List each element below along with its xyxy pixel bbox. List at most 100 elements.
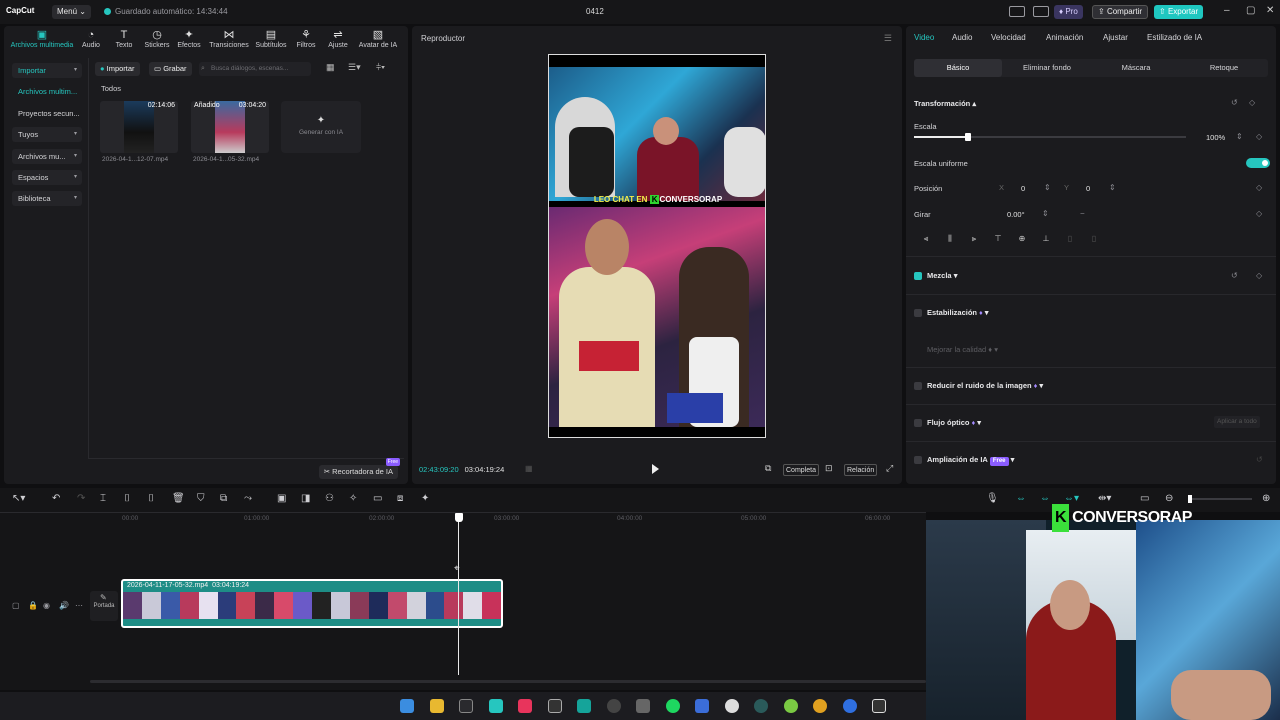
zoom-slider[interactable] [1188,495,1252,503]
sidebar-item-files[interactable]: Archivos mu... ▾ [12,149,82,164]
uniform-scale-toggle[interactable] [1246,158,1270,168]
sidebar-item-media[interactable]: Archivos multim... [12,84,82,99]
shield-icon[interactable]: ⛉ [197,493,205,504]
preview-axis-icon[interactable]: ⇹▾ [1098,493,1111,504]
menu-button[interactable]: Menú ⌄ [52,5,91,19]
video-clip[interactable]: 2026-04-11-17-05-32.mp4 03:04:19:24 [121,579,503,628]
sidebar-item-library[interactable]: Biblioteca ▾ [12,191,82,206]
stabilize-checkbox[interactable] [914,309,922,317]
tab-ai-style[interactable]: Estilizado de IA [1147,33,1202,42]
volume-icon[interactable]: 🔊 [59,601,69,610]
subtab-remove-bg[interactable]: Eliminar fondo [1003,59,1091,77]
tab-speed[interactable]: Velocidad [991,33,1026,42]
playhead[interactable] [458,513,459,675]
stepper-icon[interactable]: ⇕ [1236,132,1243,141]
close-icon[interactable]: ✕ [1266,5,1274,16]
app-icon[interactable] [754,699,768,713]
snap-icon[interactable]: ⇔▾ [1064,493,1079,504]
zoom-out-icon[interactable]: ⊖ [1165,493,1173,504]
align-center-icon[interactable]: ⫼ [938,232,962,246]
denoise-label[interactable]: Reducir el ruido de la imagen ♦ ▾ [927,381,1043,390]
people-icon[interactable]: ⚇ [325,493,334,504]
split-left-icon[interactable]: ⌷ [124,493,130,504]
pos-y-input[interactable]: 0 [1086,184,1090,193]
magic-icon[interactable]: ✧ [349,493,357,504]
play-button[interactable] [652,464,659,474]
tab-stickers[interactable]: ◷ Stickers [143,28,171,49]
optical-flow-checkbox[interactable] [914,419,922,427]
app-icon[interactable] [784,699,798,713]
fullscreen-icon[interactable]: ⤢ [886,463,893,474]
blend-checkbox[interactable] [914,272,922,280]
distribute-h-icon[interactable]: ▯ [1058,232,1082,246]
mirror-icon[interactable]: ◨ [301,493,310,504]
timeline-scrollbar[interactable] [90,680,926,683]
subtab-retouch[interactable]: Retoque [1180,59,1268,77]
redo-icon[interactable]: ↷ [77,493,85,504]
eye-icon[interactable]: ◉ [43,601,50,610]
link-icon[interactable]: ⇔ [1016,493,1026,504]
media-thumb-1[interactable]: 02:14:06 [100,101,178,153]
sidebar-item-import[interactable]: Importar ▾ [12,63,82,78]
ai-icon[interactable]: ✦ [421,493,429,504]
keyframe-icon[interactable]: ◇ [1256,209,1262,218]
pos-x-input[interactable]: 0 [1021,184,1025,193]
tab-video[interactable]: Video [914,33,934,42]
timeline[interactable]: 00:00 01:00:00 02:00:00 03:00:00 04:00:0… [0,512,926,690]
ratio-button[interactable]: Relación [844,464,878,476]
zoom-in-icon[interactable]: ⊕ [1262,493,1270,504]
tab-subtitles[interactable]: ▤ Subtítulos [254,28,288,49]
rotate-dial-icon[interactable]: − [1080,209,1085,218]
sidebar-item-spaces[interactable]: Espacios ▾ [12,170,82,185]
captions-icon[interactable]: ▭ [1140,493,1149,504]
lock-icon[interactable]: 🔒 [28,601,38,610]
zoom-slider-knob[interactable] [1188,495,1192,503]
tab-animation[interactable]: Animación [1046,33,1083,42]
chrome-icon[interactable] [813,699,827,713]
cover-button[interactable]: ✎ Portada [90,591,118,621]
app-icon[interactable] [695,699,709,713]
crop-icon[interactable]: ⧉ [220,493,227,504]
capcut-icon[interactable] [548,699,562,713]
sidebar-item-secondary-projects[interactable]: Proyectos secun... [12,106,82,121]
generate-ai-button[interactable]: ✦ Generar con IA [281,101,361,153]
media-thumb-2[interactable]: Añadido 03:04:20 [191,101,269,153]
subtab-mask[interactable]: Máscara [1092,59,1180,77]
blend-label[interactable]: Mezcla ▾ [927,271,957,280]
optical-flow-label[interactable]: Flujo óptico ♦ ▾ [927,418,981,427]
grid-view-icon[interactable]: ▦ [326,62,335,73]
import-button[interactable]: ● Importar [95,62,140,76]
tab-audio[interactable]: Audio [952,33,972,42]
layout-icon[interactable] [1009,6,1025,17]
magnet-icon[interactable]: ⇔ [1040,493,1050,504]
subtab-basic[interactable]: Básico [914,59,1002,77]
keyframe-icon[interactable]: ◇ [1256,132,1262,141]
rotate-input[interactable]: 0.00° [1007,210,1025,219]
microphone-icon[interactable]: 🎙 [986,493,999,504]
sidebar-item-yours[interactable]: Tuyos ▾ [12,127,82,142]
capcut-icon[interactable] [872,699,886,713]
shortcuts-icon[interactable] [1033,6,1049,17]
keyframe-icon[interactable]: ◇ [1256,271,1262,280]
pro-button[interactable]: ♦ Pro [1054,5,1083,19]
tab-adjust[interactable]: Ajustar [1103,33,1128,42]
app-icon[interactable] [459,699,473,713]
align-top-icon[interactable]: ⊤ [986,232,1010,246]
record-button[interactable]: ▭ Grabar [149,62,192,76]
more-icon[interactable]: ⋯ [75,601,83,610]
minimize-icon[interactable]: – [1224,5,1230,16]
filter-icon[interactable]: ⫩▾ [376,62,385,73]
menu-icon[interactable]: ☰ [884,33,892,44]
distribute-v-icon[interactable]: ▯ [1082,232,1106,246]
tiktok-icon[interactable] [518,699,532,713]
transform-section[interactable]: Transformación ▴ [914,99,976,108]
playhead-handle[interactable] [455,513,463,522]
app-icon[interactable] [843,699,857,713]
app-icon[interactable] [489,699,503,713]
crop-icon[interactable]: ⧉ [765,463,771,474]
full-quality-button[interactable]: Completa [783,464,819,476]
tab-adjust[interactable]: ⇌ Ajuste [326,28,350,49]
undo-icon[interactable]: ↶ [52,493,60,504]
keyframe-icon[interactable]: ◇ [1249,98,1255,107]
export-button[interactable]: ⇧ Exportar [1154,5,1204,19]
